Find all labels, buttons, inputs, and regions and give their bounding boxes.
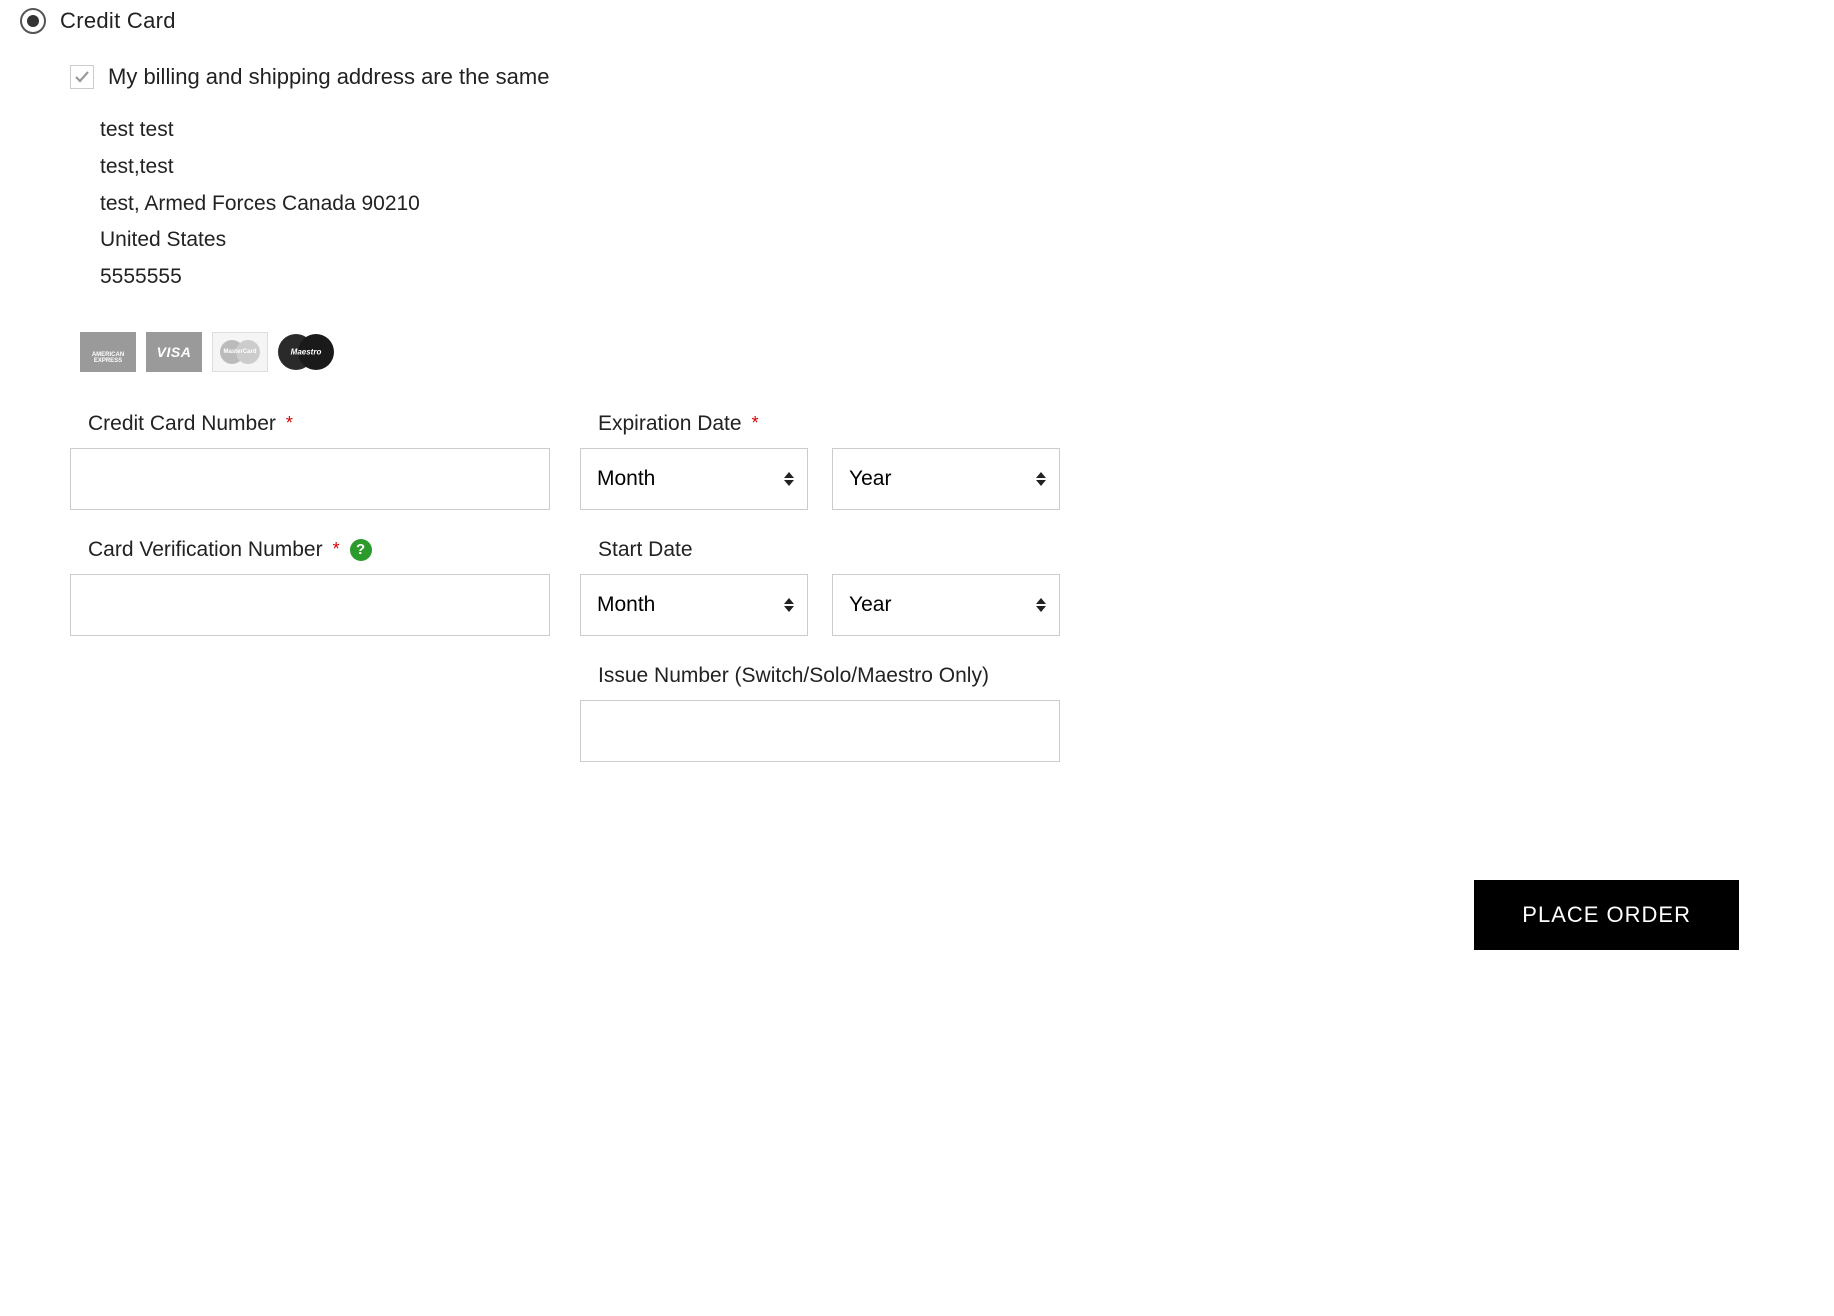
- address-phone: 5555555: [100, 259, 1814, 296]
- amex-icon: AMERICANEXPRESS: [80, 332, 136, 372]
- help-icon[interactable]: ?: [350, 539, 372, 561]
- issue-number-field: Issue Number (Switch/Solo/Maestro Only): [580, 664, 1060, 762]
- accepted-cards-row: AMERICANEXPRESS VISA MasterCard Maestro: [80, 332, 1814, 372]
- expiration-label: Expiration Date: [598, 412, 742, 436]
- issue-number-label: Issue Number (Switch/Solo/Maestro Only): [598, 664, 989, 688]
- cvn-input[interactable]: [70, 574, 550, 636]
- cc-number-input[interactable]: [70, 448, 550, 510]
- required-mark: *: [333, 539, 340, 560]
- issue-number-input[interactable]: [580, 700, 1060, 762]
- maestro-icon: Maestro: [278, 332, 334, 372]
- cvn-label: Card Verification Number: [88, 538, 323, 562]
- start-date-label: Start Date: [598, 538, 693, 562]
- address-line1: test,test: [100, 149, 1814, 186]
- billing-same-label: My billing and shipping address are the …: [108, 64, 549, 90]
- card-form: Credit Card Number * Card Verification N…: [70, 412, 1814, 790]
- payment-method-radio-row[interactable]: Credit Card: [20, 8, 1814, 34]
- mastercard-icon: MasterCard: [212, 332, 268, 372]
- address-city-state-zip: test, Armed Forces Canada 90210: [100, 186, 1814, 223]
- checkbox-checked-icon: [70, 65, 94, 89]
- address-country: United States: [100, 222, 1814, 259]
- billing-address-block: test test test,test test, Armed Forces C…: [100, 112, 1814, 296]
- expiration-year-select[interactable]: Year: [832, 448, 1060, 510]
- expiration-field: Expiration Date * Month Year: [580, 412, 1060, 510]
- payment-method-label: Credit Card: [60, 8, 176, 34]
- visa-icon: VISA: [146, 332, 202, 372]
- required-mark: *: [752, 413, 759, 434]
- cc-number-label: Credit Card Number: [88, 412, 276, 436]
- address-name: test test: [100, 112, 1814, 149]
- billing-same-checkbox-row[interactable]: My billing and shipping address are the …: [70, 64, 1814, 90]
- cvn-field: Card Verification Number * ?: [70, 538, 550, 636]
- place-order-button[interactable]: PLACE ORDER: [1474, 880, 1739, 950]
- start-date-field: Start Date Month Year: [580, 538, 1060, 636]
- start-year-select[interactable]: Year: [832, 574, 1060, 636]
- start-month-select[interactable]: Month: [580, 574, 808, 636]
- cc-number-field: Credit Card Number *: [70, 412, 550, 510]
- required-mark: *: [286, 413, 293, 434]
- expiration-month-select[interactable]: Month: [580, 448, 808, 510]
- radio-selected-icon: [20, 8, 46, 34]
